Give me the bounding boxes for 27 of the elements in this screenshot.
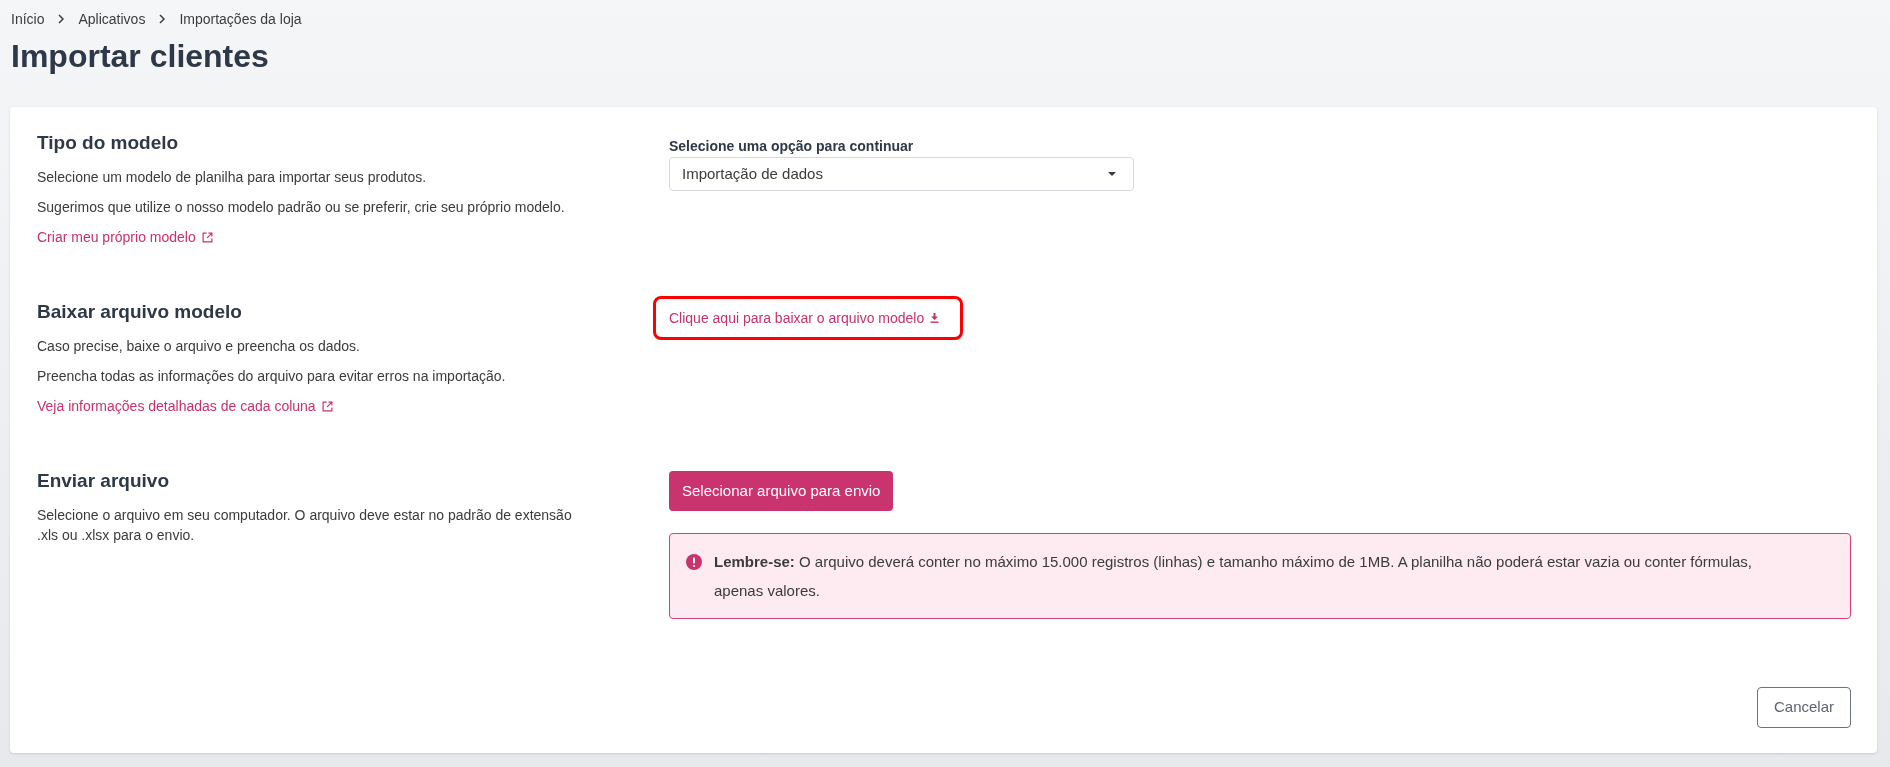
exclamation-icon bbox=[686, 553, 702, 570]
download-icon bbox=[930, 313, 940, 323]
section-heading: Baixar arquivo modelo bbox=[37, 300, 242, 324]
dropdown-field[interactable]: Importação de dados bbox=[669, 157, 1134, 191]
breadcrumb-current: Importações da loja bbox=[179, 10, 302, 29]
description-text: Preencha todas as informações do arquivo para evitar erros na importação. bbox=[37, 367, 507, 386]
caret-down-icon bbox=[1108, 172, 1116, 176]
cancel-button[interactable]: Cancelar bbox=[1757, 687, 1851, 728]
page-title: Importar clientes bbox=[11, 37, 269, 75]
description-text: Caso precise, baixe o arquivo e preencha os dados. bbox=[37, 337, 361, 356]
description-text: Selecione um modelo de planilha para importar seus produtos. bbox=[37, 168, 428, 187]
field-label: Selecione uma opção para continuar bbox=[669, 137, 914, 156]
external-link[interactable]: Veja informações detalhadas de cada coluna bbox=[37, 396, 333, 416]
section-heading: Enviar arquivo bbox=[37, 469, 169, 493]
section-heading: Tipo do modelo bbox=[37, 131, 179, 155]
description-text: Selecione o arquivo em seu computador. O arquivo deve estar no padrão de extensão .xls ou .xlsx para o envio. bbox=[37, 506, 573, 545]
external-link[interactable]: Criar meu próprio modelo bbox=[37, 227, 213, 247]
breadcrumb-link[interactable]: Aplicativos bbox=[78, 9, 146, 29]
alert-text: Lembre-se: O arquivo deverá conter no máximo 15.000 registros (linhas) e tamanho máximo de 1MB. A planilha não poderá estar vazia ou conter fórmulas, apenas valores. bbox=[714, 552, 1754, 601]
download-link[interactable]: Clique aqui para baixar o arquivo modelo bbox=[669, 308, 940, 328]
select-file-button[interactable]: Selecionar arquivo para envio bbox=[669, 471, 894, 511]
external-link-icon bbox=[321, 400, 333, 412]
description-text: Sugerimos que utilize o nosso modelo padrão ou se preferir, crie seu próprio modelo. bbox=[37, 198, 566, 217]
breadcrumb-link[interactable]: Início bbox=[11, 9, 45, 29]
chevron-right-icon bbox=[58, 14, 65, 24]
external-link-icon bbox=[201, 231, 213, 243]
chevron-right-icon bbox=[159, 14, 166, 24]
